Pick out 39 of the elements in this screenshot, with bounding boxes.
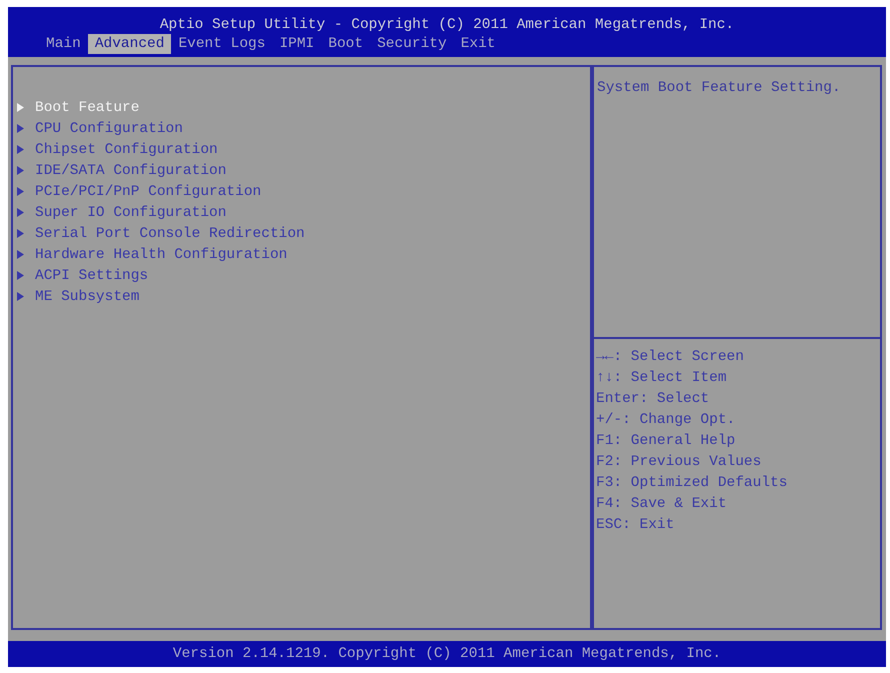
- triangle-icon: [17, 145, 24, 154]
- tab[interactable]: Event Logs: [171, 34, 272, 54]
- tab[interactable]: Main: [39, 34, 88, 54]
- triangle-icon: [17, 103, 24, 112]
- key-hint: ↑↓: Select Item: [596, 369, 727, 388]
- tab[interactable]: IPMI: [272, 34, 322, 54]
- key-hint: F2: Previous Values: [596, 453, 762, 472]
- triangle-icon: [17, 292, 24, 301]
- menu-item[interactable]: Serial Port Console Redirection: [17, 223, 305, 244]
- menu-item[interactable]: CPU Configuration: [17, 118, 183, 139]
- window-title: Aptio Setup Utility - Copyright (C) 2011 American Megatrends, Inc.: [158, 16, 736, 34]
- menu-item[interactable]: Hardware Health Configuration: [17, 244, 288, 265]
- triangle-icon: [17, 124, 24, 133]
- key-hint: F4: Save & Exit: [596, 495, 727, 514]
- status-bar: Version 2.14.1219. Copyright (C) 2011 American Megatrends, Inc.: [8, 641, 886, 667]
- triangle-icon: [17, 166, 24, 175]
- menu-item[interactable]: ACPI Settings: [17, 265, 148, 286]
- menu-item[interactable]: Boot Feature: [17, 97, 140, 118]
- key-hint: ESC: Exit: [596, 516, 674, 535]
- help-text: System Boot Feature Setting.: [597, 79, 841, 97]
- key-hint: +/-: Change Opt.: [596, 411, 736, 430]
- menu-item[interactable]: Super IO Configuration: [17, 202, 226, 223]
- key-hint: Enter: Select: [596, 390, 710, 409]
- tab[interactable]: Advanced: [88, 34, 172, 54]
- triangle-icon: [17, 250, 24, 259]
- triangle-icon: [17, 208, 24, 217]
- menu-item[interactable]: ME Subsystem: [17, 286, 140, 307]
- tab[interactable]: Boot: [321, 34, 370, 54]
- menu-item[interactable]: Chipset Configuration: [17, 139, 218, 160]
- tab[interactable]: Exit: [454, 34, 503, 54]
- menu-item[interactable]: PCIe/PCI/PnP Configuration: [17, 181, 262, 202]
- triangle-icon: [17, 187, 24, 196]
- key-hint: →←: Select Screen: [596, 348, 744, 367]
- triangle-icon: [17, 271, 24, 280]
- triangle-icon: [17, 229, 24, 238]
- tab[interactable]: Security: [370, 34, 454, 54]
- key-hint: F3: Optimized Defaults: [596, 474, 788, 493]
- key-hint: F1: General Help: [596, 432, 736, 451]
- menu-item[interactable]: IDE/SATA Configuration: [17, 160, 226, 181]
